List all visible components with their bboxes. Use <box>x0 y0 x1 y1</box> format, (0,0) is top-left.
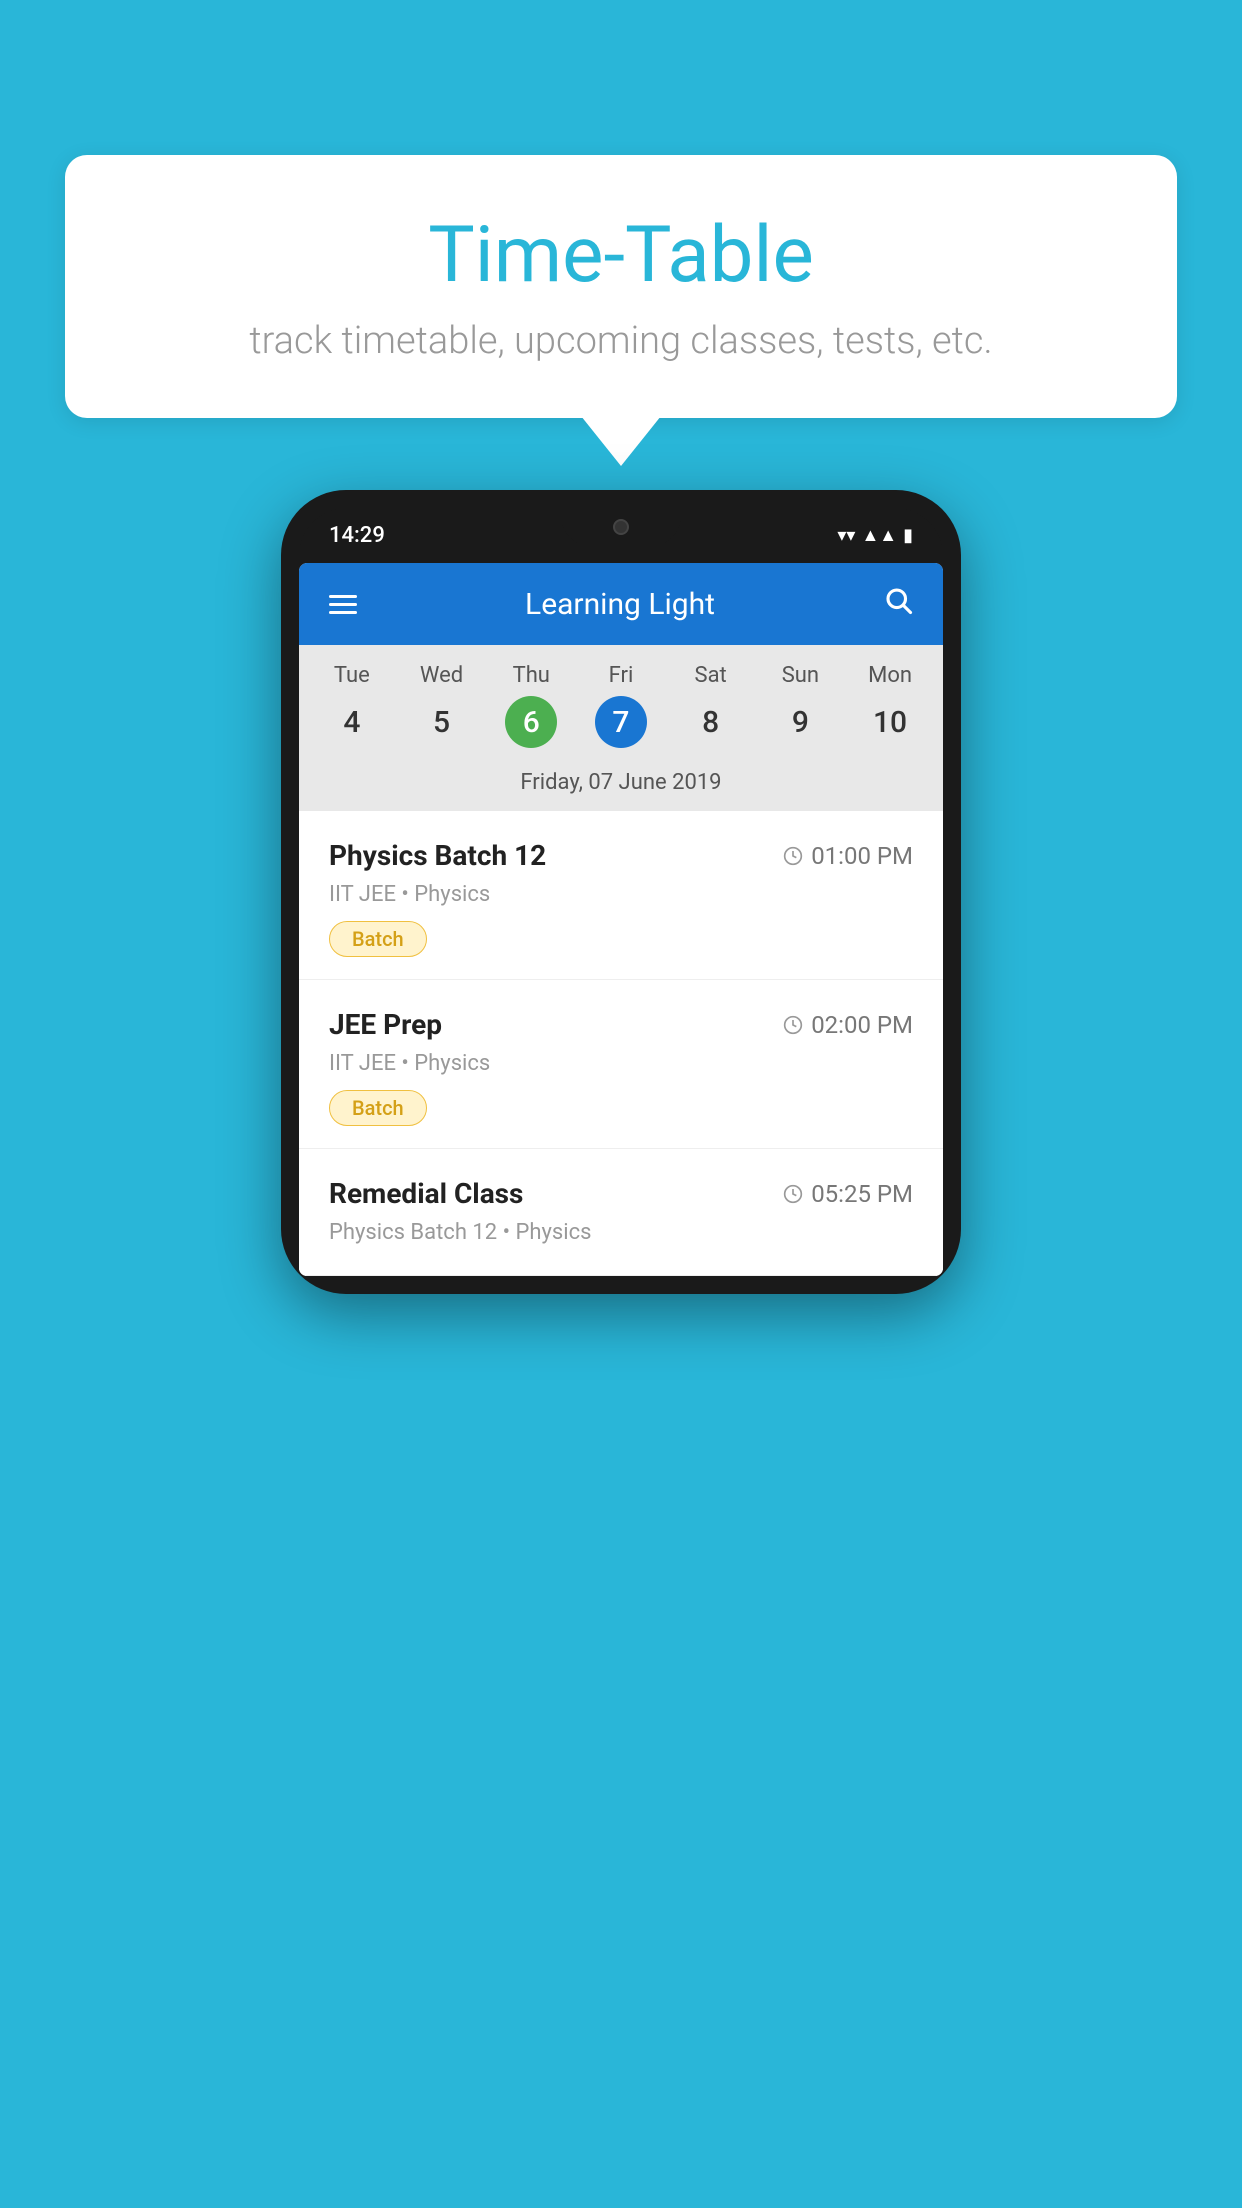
phone-screen: Learning Light Tue4Wed5Thu6Fri7Sat8Sun9M… <box>299 563 943 1276</box>
clock-icon <box>783 846 803 866</box>
speech-bubble: Time-Table track timetable, upcoming cla… <box>65 155 1177 418</box>
day-col-4[interactable]: Tue 4 <box>312 663 392 748</box>
app-header: Learning Light <box>299 563 943 645</box>
hamburger-menu-button[interactable] <box>329 595 357 614</box>
schedule-item[interactable]: JEE Prep 02:00 PM IIT JEE • Physics Batch <box>299 980 943 1149</box>
day-name: Mon <box>868 663 912 688</box>
day-col-8[interactable]: Sat 8 <box>671 663 751 748</box>
calendar-strip: Tue 4 Wed 5 Thu 6 Fri 7 Sat 8 Sun 9 Mon 10 Friday, 07… <box>299 645 943 811</box>
days-row: Tue 4 Wed 5 Thu 6 Fri 7 Sat 8 Sun 9 Mon 10 <box>299 663 943 758</box>
signal-icon: ▲▲ <box>861 525 897 546</box>
schedule-list: Physics Batch 12 01:00 PM IIT JEE • Physi… <box>299 811 943 1276</box>
item-title: Physics Batch 12 <box>329 839 546 872</box>
item-top-row: Remedial Class 05:25 PM <box>329 1177 913 1210</box>
app-title: Learning Light <box>357 587 883 622</box>
day-name: Sat <box>695 663 727 688</box>
item-subtitle: Physics Batch 12 • Physics <box>329 1220 913 1245</box>
wifi-icon: ▾▾ <box>837 525 855 546</box>
day-number: 9 <box>774 696 826 748</box>
day-number: 4 <box>326 696 378 748</box>
item-title: Remedial Class <box>329 1177 523 1210</box>
day-number: 10 <box>864 696 916 748</box>
bubble-title: Time-Table <box>125 210 1117 301</box>
bubble-subtitle: track timetable, upcoming classes, tests… <box>125 319 1117 363</box>
schedule-item[interactable]: Physics Batch 12 01:00 PM IIT JEE • Physi… <box>299 811 943 980</box>
item-top-row: JEE Prep 02:00 PM <box>329 1008 913 1041</box>
day-col-9[interactable]: Sun 9 <box>760 663 840 748</box>
phone-notch <box>561 508 681 546</box>
phone-frame: 14:29 ▾▾ ▲▲ ▮ Learning Light <box>281 490 961 1294</box>
item-time: 01:00 PM <box>783 842 913 870</box>
battery-icon: ▮ <box>903 525 913 546</box>
phone-mockup: 14:29 ▾▾ ▲▲ ▮ Learning Light <box>281 490 961 1294</box>
item-title: JEE Prep <box>329 1008 442 1041</box>
day-col-5[interactable]: Wed 5 <box>402 663 482 748</box>
clock-icon <box>783 1184 803 1204</box>
speech-bubble-section: Time-Table track timetable, upcoming cla… <box>65 155 1177 418</box>
batch-tag: Batch <box>329 921 427 957</box>
search-button[interactable] <box>883 585 913 623</box>
item-time: 05:25 PM <box>783 1180 913 1208</box>
day-number: 5 <box>416 696 468 748</box>
day-name: Sun <box>782 663 819 688</box>
day-name: Thu <box>513 663 550 688</box>
day-name: Fri <box>609 663 634 688</box>
camera-dot <box>613 519 629 535</box>
clock-icon <box>783 1015 803 1035</box>
day-number: 7 <box>595 696 647 748</box>
phone-top-bar: 14:29 ▾▾ ▲▲ ▮ <box>299 508 943 563</box>
selected-date-label: Friday, 07 June 2019 <box>299 758 943 811</box>
day-col-7[interactable]: Fri 7 <box>581 663 661 748</box>
status-time: 14:29 <box>329 523 385 548</box>
day-name: Tue <box>334 663 370 688</box>
day-number: 6 <box>505 696 557 748</box>
schedule-item[interactable]: Remedial Class 05:25 PM Physics Batch 12 … <box>299 1149 943 1276</box>
status-icons: ▾▾ ▲▲ ▮ <box>837 525 913 546</box>
day-name: Wed <box>420 663 463 688</box>
day-col-6[interactable]: Thu 6 <box>491 663 571 748</box>
day-col-10[interactable]: Mon 10 <box>850 663 930 748</box>
item-subtitle: IIT JEE • Physics <box>329 1051 913 1076</box>
item-top-row: Physics Batch 12 01:00 PM <box>329 839 913 872</box>
day-number: 8 <box>685 696 737 748</box>
item-subtitle: IIT JEE • Physics <box>329 882 913 907</box>
batch-tag: Batch <box>329 1090 427 1126</box>
item-time: 02:00 PM <box>783 1011 913 1039</box>
